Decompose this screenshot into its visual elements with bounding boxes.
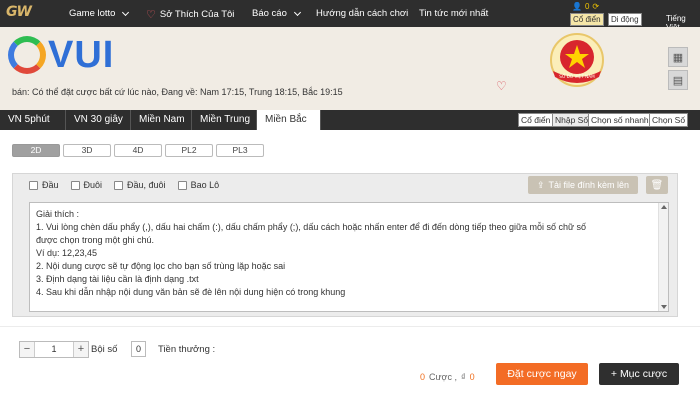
tab-chon-so[interactable]: Chọn Số <box>649 113 689 127</box>
side-icons: ▦ ▤ <box>668 47 690 93</box>
instruction-line: 2. Nội dung cược sẽ tự động lọc cho bạn … <box>36 261 286 271</box>
checkbox-dau[interactable]: Đầu <box>29 180 59 190</box>
checkbox-duoi[interactable]: Đuôi <box>70 180 102 190</box>
draw-notice: bán: Có thể đặt cược bất cứ lúc nào, Đan… <box>12 87 343 97</box>
tab-mien-bac[interactable]: Miền Bắc <box>257 110 321 130</box>
nav-how-to-play[interactable]: Hướng dẫn cách chơi <box>316 8 408 19</box>
quantity-stepper[interactable]: − 1 + <box>19 341 89 358</box>
delete-button[interactable]: 🗑 <box>646 176 668 194</box>
nav-news[interactable]: Tin tức mới nhất <box>419 8 488 19</box>
bet-summary: 0 Cược , ₫ 0 <box>420 372 475 382</box>
heart-icon: ♡ <box>146 9 156 21</box>
tab-mien-trung[interactable]: Miền Trung <box>192 110 257 130</box>
gw-logo[interactable]: GW <box>6 4 46 23</box>
document-icon[interactable]: ▤ <box>668 70 688 90</box>
bet-count-label: Cược , <box>429 372 457 382</box>
tab-chon-so-nhanh[interactable]: Chọn số nhanh <box>588 113 652 127</box>
input-panel: Đầu Đuôi Đầu, đuôi Bao Lô ⇪ Tải file đín… <box>12 173 678 317</box>
bet-count: 0 <box>420 372 426 382</box>
currency-symbol: ₫ <box>460 372 466 382</box>
tab-nhap-so[interactable]: Nhập Số <box>552 113 592 127</box>
grid-icon[interactable]: ▦ <box>668 47 688 67</box>
checkbox-box[interactable] <box>29 180 38 190</box>
logo-g-ring: G <box>8 36 46 74</box>
main-content: 2D 3D 4D PL2 PL3 Đầu Đuôi Đầu, đuôi Bao … <box>0 130 700 400</box>
checkbox-bao-lo[interactable]: Bao Lô <box>177 180 219 190</box>
tab-vn-30-giay[interactable]: VN 30 giây <box>66 110 131 130</box>
nav-label: Hướng dẫn cách chơi <box>316 8 409 19</box>
header: G VUI bán: Có thể đặt cược bất cứ lúc nà… <box>0 27 700 110</box>
decrement-button[interactable]: − <box>20 342 34 357</box>
checkbox-box[interactable] <box>70 180 80 190</box>
badge-text: SỐ ĐỎ VIỆT NAM <box>559 74 595 79</box>
instruction-line: 4. Sau khi dẫn nhập nội dung văn bản sẽ … <box>36 287 346 297</box>
upload-icon: ⇪ <box>536 179 545 190</box>
place-bet-button[interactable]: Đặt cược ngay <box>496 363 588 385</box>
subtab-4d[interactable]: 4D <box>114 144 162 157</box>
tab-vn-5phut[interactable]: VN 5phút <box>0 110 66 130</box>
top-nav-bar: GW Game lotto ♡ Sở Thích Của Tôi Báo cáo… <box>0 0 700 32</box>
instruction-line: 3. Định dạng tài liệu cần là định dạng .… <box>36 274 199 284</box>
quantity-input[interactable]: 1 <box>34 342 74 357</box>
scroll-down-icon[interactable] <box>661 305 667 309</box>
scroll-up-icon[interactable] <box>661 205 667 209</box>
tab-co-dien[interactable]: Cổ điển <box>518 113 554 127</box>
refresh-icon[interactable]: ⟳ <box>592 2 599 11</box>
subtab-pl2[interactable]: PL2 <box>165 144 213 157</box>
heart-icon[interactable]: ♡ <box>496 79 507 93</box>
add-bet-button[interactable]: + Mục cược <box>599 363 679 385</box>
nav-reports[interactable]: Báo cáo <box>252 8 301 19</box>
chevron-down-icon <box>122 8 130 16</box>
bet-amount: 0 <box>469 372 475 382</box>
reward-label: Tiền thưởng : <box>158 344 216 355</box>
bet-footer: − 1 + Bội số 0 Tiền thưởng : 0 Cược , ₫ … <box>0 326 700 400</box>
nav-label: Tin tức mới nhất <box>419 8 489 19</box>
gvui-logo[interactable]: G VUI <box>8 33 114 77</box>
nav-label: Sở Thích Của Tôi <box>159 9 235 20</box>
account-area: 👤 0 ⟳ Cổ điển Di động Tiếng Việt <box>568 2 700 32</box>
multiplier-label: Bội số <box>91 344 118 355</box>
nav-label: Báo cáo <box>252 8 287 19</box>
nav-favorites[interactable]: ♡ Sở Thích Của Tôi <box>146 8 234 21</box>
user-icon: 👤 <box>572 2 582 11</box>
mode-mobile-button[interactable]: Di động <box>608 13 642 26</box>
tab-mien-nam[interactable]: Miền Nam <box>131 110 192 130</box>
number-entry-textarea[interactable]: Giải thích : 1. Vui lòng chèn dấu phẩy (… <box>29 202 669 312</box>
increment-button[interactable]: + <box>74 342 88 357</box>
position-checkboxes: Đầu Đuôi Đầu, đuôi Bao Lô <box>29 180 219 190</box>
upload-file-button[interactable]: ⇪ Tải file đính kèm lên <box>528 176 638 194</box>
nav-game-lotto[interactable]: Game lotto <box>69 8 130 19</box>
trash-icon: 🗑 <box>650 179 664 191</box>
chevron-down-icon <box>293 8 301 16</box>
mode-classic-button[interactable]: Cổ điển <box>570 13 604 26</box>
nav-label: Game lotto <box>69 8 116 19</box>
checkbox-box[interactable] <box>114 180 124 190</box>
subtab-3d[interactable]: 3D <box>63 144 111 157</box>
balance: 👤 0 ⟳ <box>572 2 600 11</box>
instruction-line: Giải thích : <box>36 209 80 219</box>
textarea-scrollbar[interactable] <box>658 203 668 311</box>
vietnam-badge-logo: SỐ ĐỎ VIỆT NAM <box>550 33 604 87</box>
subtab-2d[interactable]: 2D <box>12 144 60 157</box>
multiplier-value[interactable]: 0 <box>131 341 146 357</box>
checkbox-box[interactable] <box>177 180 187 190</box>
instruction-line: 1. Vui lòng chèn dấu phẩy (,), dấu hai c… <box>36 222 587 232</box>
instruction-line: Ví dụ: 12,23,45 <box>36 248 98 258</box>
brand-text: VUI <box>48 34 115 76</box>
checkbox-dau-duoi[interactable]: Đầu, đuôi <box>114 180 166 190</box>
subtab-pl3[interactable]: PL3 <box>216 144 264 157</box>
instruction-line: được chọn trong một ghi chú. <box>36 235 154 245</box>
game-tabs: VN 5phút VN 30 giây Miền Nam Miền Trung … <box>0 110 700 130</box>
